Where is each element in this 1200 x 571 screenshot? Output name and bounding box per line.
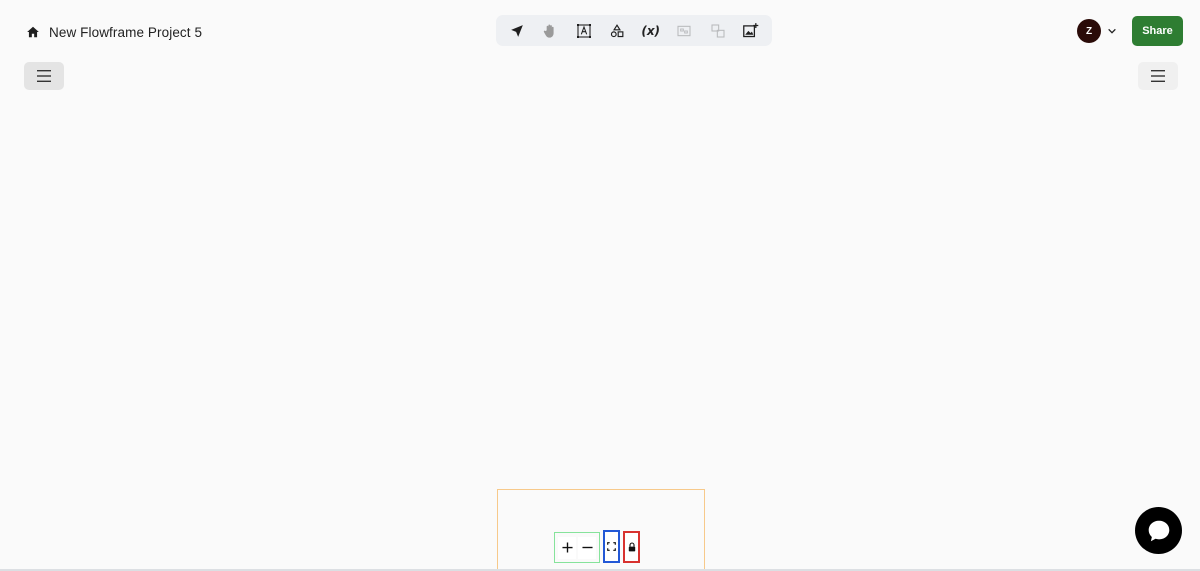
shapes-icon [611, 23, 624, 37]
right-menu-button[interactable] [1138, 62, 1178, 90]
user-avatar[interactable]: Z [1077, 19, 1101, 43]
project-header[interactable]: New Flowframe Project 5 [26, 22, 202, 42]
variable-icon: (x) [641, 23, 661, 38]
hamburger-icon [37, 70, 51, 82]
fit-view-button[interactable] [603, 530, 620, 563]
left-menu-button[interactable] [24, 62, 64, 90]
group-tool-button[interactable] [671, 18, 697, 44]
text-tool-button[interactable] [571, 18, 597, 44]
variables-tool-button[interactable]: (x) [638, 18, 664, 44]
tool-toolbar: (x) [496, 15, 772, 46]
project-title[interactable]: New Flowframe Project 5 [49, 25, 202, 40]
add-image-tool-button[interactable] [738, 18, 764, 44]
hand-icon [544, 23, 555, 38]
zoom-out-button[interactable] [578, 536, 596, 559]
ungroup-icon [710, 23, 725, 38]
group-icon [677, 25, 691, 36]
canvas-controls-panel [497, 489, 705, 571]
chat-button[interactable] [1135, 507, 1182, 554]
select-tool-button[interactable] [504, 18, 530, 44]
ungroup-tool-button[interactable] [705, 18, 731, 44]
share-button[interactable]: Share [1132, 16, 1183, 46]
lock-icon [628, 542, 635, 552]
home-icon[interactable] [26, 25, 40, 39]
chevron-down-icon[interactable] [1107, 26, 1117, 36]
shapes-tool-button[interactable] [604, 18, 630, 44]
add-image-icon [743, 23, 759, 38]
hamburger-icon [1151, 70, 1165, 82]
zoom-in-button[interactable] [558, 536, 576, 559]
cursor-arrow-icon [511, 24, 523, 37]
chat-bubble-icon [1148, 520, 1169, 541]
editor-page: New Flowframe Project 5 (x) Z Share [0, 0, 1200, 571]
zoom-controls [554, 532, 600, 563]
minus-icon [581, 546, 593, 549]
plus-icon [561, 542, 573, 553]
fit-view-icon [607, 542, 616, 551]
lock-canvas-button[interactable] [623, 531, 640, 563]
text-frame-icon [576, 23, 591, 38]
pan-tool-button[interactable] [537, 18, 563, 44]
